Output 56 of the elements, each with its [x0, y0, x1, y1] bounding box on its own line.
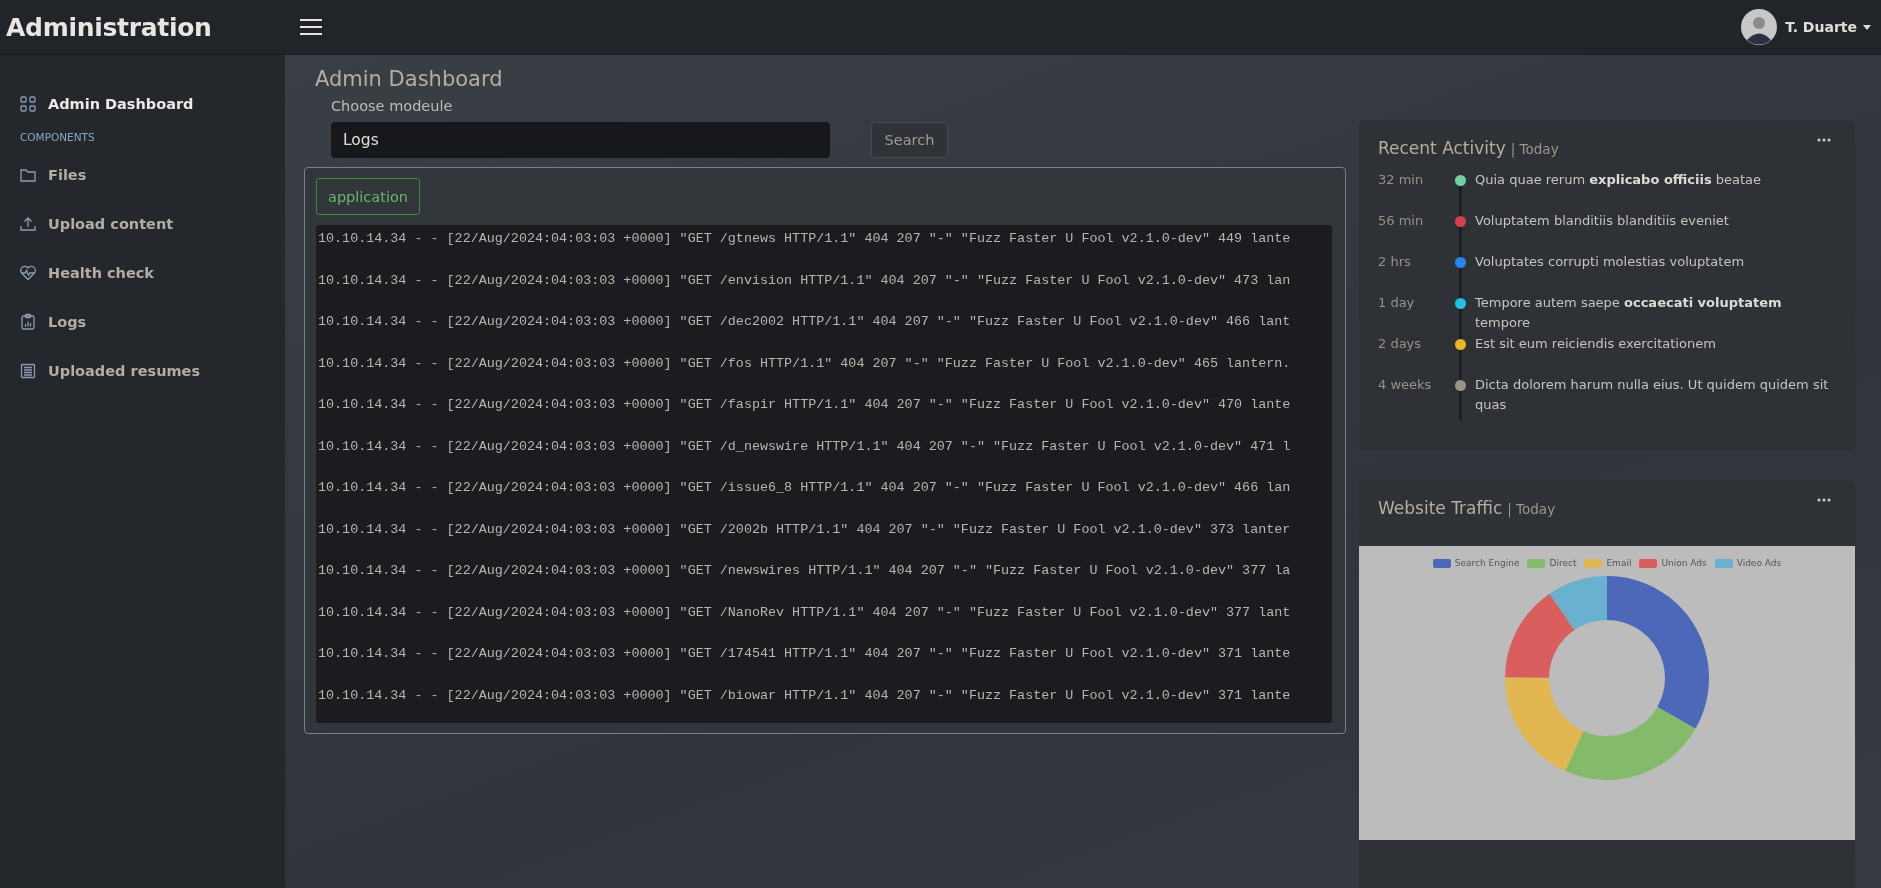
activity-time: 2 hrs — [1378, 253, 1412, 271]
heart-pulse-icon — [19, 263, 37, 282]
user-menu[interactable]: T. Duarte — [1785, 19, 1871, 35]
more-options-icon[interactable] — [1817, 138, 1831, 142]
search-button[interactable]: Search — [871, 122, 948, 158]
activity-time: 2 days — [1378, 335, 1423, 353]
sidebar-link[interactable]: Files — [19, 150, 87, 199]
legend-label: Union Ads — [1661, 558, 1707, 568]
clipboard-chart-icon — [19, 312, 37, 331]
sidebar-link[interactable]: Upload content — [19, 199, 174, 248]
grid-icon — [19, 94, 37, 113]
log-line: 10.10.14.34 - - [22/Aug/2024:04:03:03 +0000] "GET /2002b HTTP/1.1" 404 207 "-" "Fuzz Faster U Fool v2.1.0-dev" 373 lanter — [318, 520, 1291, 539]
log-line: 10.10.14.34 - - [22/Aug/2024:04:03:03 +0000] "GET /NanoRev HTTP/1.1" 404 207 "-" "Fuzz Faster U Fool v2.1.0-dev" 377 lant — [318, 603, 1291, 622]
activity-time: 32 min — [1378, 171, 1425, 189]
activity-text: Quia quae rerum explicabo officiis beatae — [1474, 171, 1763, 189]
module-select[interactable]: Logs — [331, 122, 830, 158]
more-options-icon[interactable] — [1817, 498, 1831, 502]
section-heading: COMPONENTS — [20, 130, 95, 145]
log-line: 10.10.14.34 - - [22/Aug/2024:04:03:03 +0000] "GET /biowar HTTP/1.1" 404 207 "-" "Fuzz Faster U Fool v2.1.0-dev" 371 lante — [318, 686, 1291, 705]
activity-text: Voluptates corrupti molestias voluptatem — [1474, 253, 1746, 271]
activity-text: Voluptatem blanditiis blanditiis eveniet — [1474, 212, 1730, 230]
document-list-icon — [19, 361, 37, 380]
log-line: 10.10.14.34 - - [22/Aug/2024:04:03:03 +0000] "GET /dec2002 HTTP/1.1" 404 207 "-" "Fuzz Faster U Fool v2.1.0-dev" 466 lant — [318, 313, 1291, 331]
activity-time: 56 min — [1378, 212, 1425, 230]
brand-title: Administration — [5, 12, 213, 42]
log-line: 10.10.14.34 - - [22/Aug/2024:04:03:03 +0000] "GET /faspir HTTP/1.1" 404 207 "-" "Fuzz Faster U Fool v2.1.0-dev" 470 lante — [318, 396, 1291, 414]
sidebar-link[interactable]: Health check — [19, 248, 155, 297]
sidebar-link[interactable]: Logs — [19, 297, 87, 346]
card-title: Recent Activity — [1378, 138, 1506, 158]
legend-label: Search Engine — [1454, 558, 1520, 568]
page-title: Admin Dashboard — [315, 66, 504, 93]
log-line: 10.10.14.34 - - [22/Aug/2024:04:03:03 +0000] "GET /envision HTTP/1.1" 404 207 "-" "Fuzz Faster U Fool v2.1.0-dev" 473 lan — [318, 271, 1291, 290]
field-label: Choose modeule — [331, 98, 454, 116]
log-line: 10.10.14.34 - - [22/Aug/2024:04:03:03 +0000] "GET /gtnews HTTP/1.1" 404 207 "-" "Fuzz Faster U Fool v2.1.0-dev" 449 lante — [318, 230, 1291, 248]
log-line: 10.10.14.34 - - [22/Aug/2024:04:03:03 +0000] "GET /fos HTTP/1.1" 404 207 "-" "Fuzz Faster U Fool v2.1.0-dev" 465 lantern. — [318, 354, 1291, 373]
activity-text: Est sit eum reiciendis exercitationem — [1474, 335, 1717, 353]
activity-text: Dicta dolorem harum nulla eius. Ut quidem quidem sit quas — [1474, 376, 1830, 414]
log-tab[interactable]: application — [316, 178, 420, 215]
card-subtitle: | Today — [1510, 141, 1559, 157]
legend-label: Video Ads — [1736, 558, 1782, 568]
menu-icon[interactable] — [299, 17, 323, 37]
log-line: 10.10.14.34 - - [22/Aug/2024:04:03:03 +0000] "GET /newswires HTTP/1.1" 404 207 "-" "Fuzz Faster U Fool v2.1.0-dev" 377 la — [318, 562, 1291, 580]
activity-text: Tempore autem saepe occaecati voluptatem tempore — [1474, 294, 1783, 332]
caret-icon — [1863, 24, 1871, 30]
card-title: Website Traffic — [1378, 498, 1503, 518]
activity-time: 4 weeks — [1378, 376, 1433, 394]
log-line: 10.10.14.34 - - [22/Aug/2024:04:03:03 +0000] "GET /174541 HTTP/1.1" 404 207 "-" "Fuzz Faster U Fool v2.1.0-dev" 371 lante — [318, 645, 1291, 663]
activity-time: 1 day — [1378, 294, 1416, 312]
avatar-icon — [1741, 9, 1778, 45]
sidebar-link[interactable]: Uploaded resumes — [19, 346, 201, 395]
log-line: 10.10.14.34 - - [22/Aug/2024:04:03:03 +0000] "GET /d_newswire HTTP/1.1" 404 207 "-" "Fuzz Faster U Fool v2.1.0-dev" 471 l — [318, 437, 1291, 456]
legend-label: Direct — [1549, 558, 1577, 568]
legend-label: Email — [1606, 558, 1632, 568]
sidebar-link[interactable]: Admin Dashboard — [19, 79, 194, 128]
log-line: 10.10.14.34 - - [22/Aug/2024:04:03:03 +0000] "GET /issue6_8 HTTP/1.1" 404 207 "-" "Fuzz Faster U Fool v2.1.0-dev" 466 lan — [318, 479, 1291, 497]
card-subtitle: | Today — [1507, 501, 1556, 517]
